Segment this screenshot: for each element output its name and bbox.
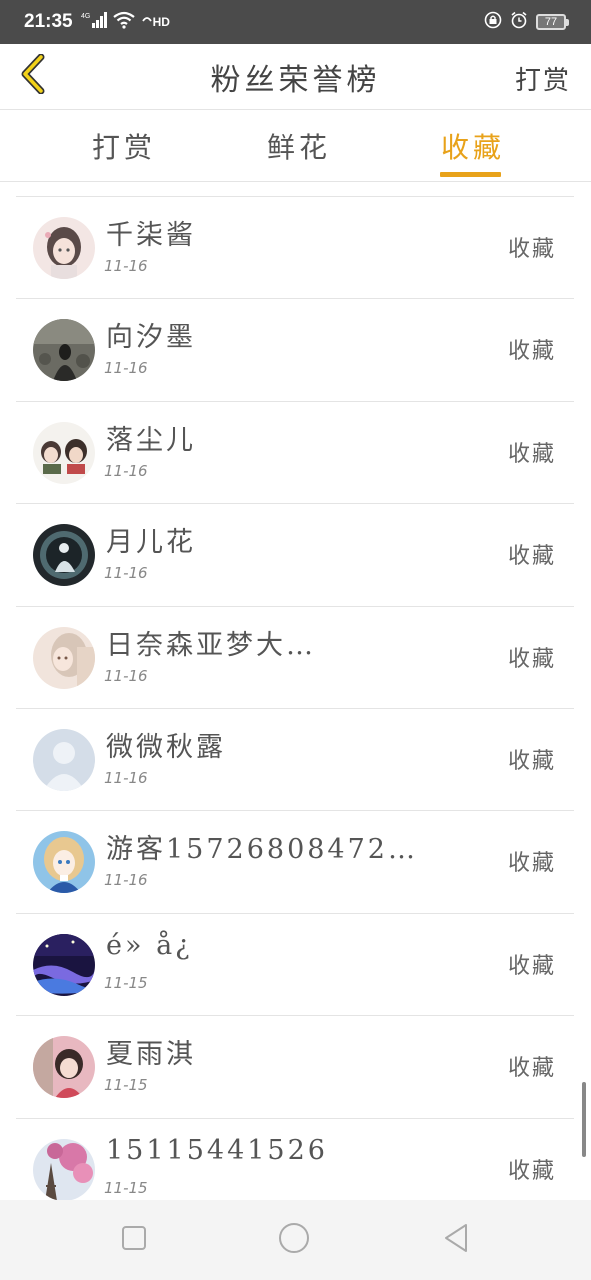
avatar <box>33 728 95 791</box>
fan-date: 11-16 <box>104 461 148 480</box>
avatar <box>33 319 95 382</box>
tab-flowers[interactable]: 鲜花 <box>267 126 331 166</box>
list-item[interactable]: 微微秋露 11-16 收藏 <box>16 709 574 812</box>
avatar <box>33 626 95 689</box>
fan-date: 11-16 <box>104 257 148 275</box>
avatar <box>33 831 95 894</box>
list-item[interactable]: 日奈森亚梦大… 11-16 收藏 <box>16 607 574 709</box>
recents-button[interactable] <box>118 1224 150 1256</box>
fan-name: 15115441526 <box>106 1134 328 1166</box>
fan-action: 收藏 <box>507 237 556 262</box>
fan-name: 千柒酱 <box>106 220 196 251</box>
battery-icon: 77 <box>536 14 569 30</box>
fan-action: 收藏 <box>507 1056 556 1082</box>
list-item[interactable]: é» å¿ 11-15 收藏 <box>16 914 574 1017</box>
reward-button[interactable]: 打赏 <box>515 60 571 97</box>
chevron-left-icon <box>19 53 49 98</box>
fan-name: 日奈森亚梦大… <box>106 629 316 661</box>
list-item[interactable]: 月儿花 11-16 收藏 <box>16 504 574 607</box>
list-item[interactable]: 夏雨淇 11-15 收藏 <box>16 1016 574 1119</box>
avatar <box>33 933 95 996</box>
header: 粉丝荣誉榜 打赏 <box>0 44 591 110</box>
fan-action: 收藏 <box>507 953 556 979</box>
active-tab-indicator <box>440 172 501 177</box>
fan-date: 11-15 <box>104 1178 148 1197</box>
list-item[interactable]: 落尘儿 11-16 收藏 <box>16 402 574 505</box>
fan-list: 千柒酱 11-16 收藏 向汐墨 11-16 收藏 落尘儿 11-16 收藏 月… <box>16 196 574 1221</box>
avatar <box>33 1138 95 1201</box>
fan-date: 11-16 <box>104 564 148 583</box>
fan-date: 11-16 <box>104 768 148 787</box>
avatar <box>33 524 95 587</box>
fan-name: 微微秋露 <box>106 731 226 763</box>
avatar <box>33 217 95 279</box>
fan-action: 收藏 <box>507 646 556 672</box>
svg-text:4G: 4G <box>81 13 90 20</box>
home-button[interactable] <box>278 1222 310 1258</box>
fan-action: 收藏 <box>507 1158 556 1184</box>
scrollbar[interactable] <box>582 1082 586 1157</box>
recents-square-icon <box>121 1225 147 1255</box>
tab-reward[interactable]: 打赏 <box>92 126 156 166</box>
fan-name: 落尘儿 <box>106 424 196 456</box>
signal-icon: 4G <box>81 11 107 33</box>
list-item[interactable]: 向汐墨 11-16 收藏 <box>16 299 574 402</box>
fan-name: é» å¿ <box>106 929 193 961</box>
fan-date: 11-16 <box>104 359 148 378</box>
back-nav-button[interactable] <box>440 1224 472 1256</box>
rotation-lock-icon <box>484 11 502 33</box>
alarm-icon <box>510 11 528 33</box>
battery-level: 77 <box>536 14 566 30</box>
fan-name: 夏雨淇 <box>106 1039 196 1071</box>
fan-name: 游客15726808472​27 <box>106 834 426 866</box>
fan-name: 向汐墨 <box>106 322 196 354</box>
status-bar: 21:35 4G HD 77 <box>0 0 591 44</box>
home-circle-icon <box>278 1222 310 1258</box>
fan-action: 收藏 <box>507 748 556 774</box>
avatar <box>33 1036 95 1099</box>
fan-date: 11-16 <box>104 871 148 890</box>
system-nav-bar <box>0 1200 591 1280</box>
list-item[interactable]: 游客15726808472​27 11-16 收藏 <box>16 811 574 914</box>
back-triangle-icon <box>442 1223 470 1257</box>
list-item[interactable]: 千柒酱 11-16 收藏 <box>16 197 574 300</box>
wifi-icon <box>112 11 135 33</box>
fan-date: 11-15 <box>104 973 148 992</box>
fan-action: 收藏 <box>507 544 556 570</box>
hd-label: HD <box>152 15 170 29</box>
fan-date: 11-15 <box>104 1076 148 1095</box>
fan-name: 月儿花 <box>106 527 196 559</box>
tab-favorites[interactable]: 收藏 <box>441 126 505 166</box>
fan-action: 收藏 <box>507 441 556 467</box>
fan-action: 收藏 <box>507 339 556 365</box>
fan-action: 收藏 <box>507 851 556 877</box>
hd-call-icon: HD <box>141 15 170 29</box>
back-button[interactable] <box>14 53 54 98</box>
avatar <box>33 421 95 484</box>
page-title: 粉丝荣誉榜 <box>210 62 381 98</box>
tab-bar: 打赏 鲜花 收藏 <box>0 110 591 182</box>
fan-date: 11-16 <box>104 666 148 685</box>
status-time: 21:35 <box>24 11 73 32</box>
